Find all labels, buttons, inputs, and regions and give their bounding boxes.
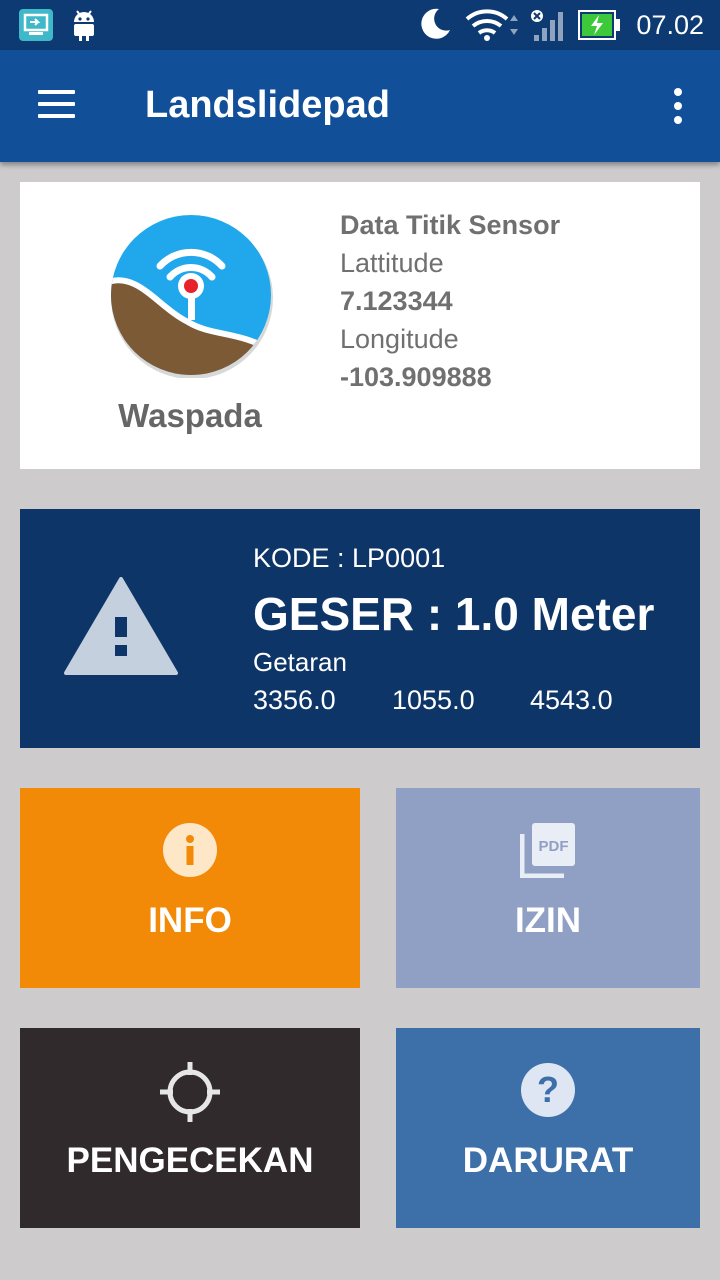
displacement-value: GESER : 1.0 Meter xyxy=(253,588,655,640)
longitude-value: -103.909888 xyxy=(340,362,492,392)
vibration-value-y: 1055.0 xyxy=(392,685,475,715)
status-bar: 07.02 xyxy=(0,0,720,50)
signal-icon xyxy=(528,8,568,47)
moon-icon xyxy=(417,6,453,47)
info-label: INFO xyxy=(148,901,232,940)
sensor-code: KODE : LP0001 xyxy=(253,543,446,573)
pdf-document-icon: PDF xyxy=(519,822,576,883)
wifi-icon xyxy=(465,8,521,47)
clock: 07.02 xyxy=(636,10,704,40)
help-circle-icon: ? xyxy=(520,1062,576,1123)
status-card: KODE : LP0001 GESER : 1.0 Meter Getaran … xyxy=(20,509,700,748)
vibration-value-x: 3356.0 xyxy=(253,685,336,715)
svg-text:PDF: PDF xyxy=(539,838,569,855)
vibration-label: Getaran xyxy=(253,647,347,677)
darurat-label: DARURAT xyxy=(462,1141,634,1180)
android-icon xyxy=(70,8,98,47)
logo-caption: Waspada xyxy=(118,397,262,434)
svg-text:?: ? xyxy=(537,1069,559,1110)
screen-cast-icon xyxy=(18,8,54,47)
sensor-card: Waspada Data Titik Sensor Lattitude 7.12… xyxy=(20,182,700,469)
longitude-label: Longitude xyxy=(340,324,459,354)
sensor-heading: Data Titik Sensor xyxy=(340,210,561,240)
darurat-button[interactable]: ? DARURAT xyxy=(396,1028,700,1228)
izin-label: IZIN xyxy=(514,901,582,940)
warning-triangle-icon xyxy=(64,577,178,677)
landslide-app-logo xyxy=(108,212,274,379)
hamburger-menu-icon[interactable] xyxy=(30,86,82,126)
latitude-value: 7.123344 xyxy=(340,286,453,316)
latitude-label: Lattitude xyxy=(340,248,444,278)
crosshair-icon xyxy=(160,1062,220,1127)
pengecekan-button[interactable]: PENGECEKAN xyxy=(20,1028,360,1228)
app-bar: Landslidepad xyxy=(0,50,720,162)
vibration-value-z: 4543.0 xyxy=(530,685,613,715)
info-circle-icon xyxy=(162,822,218,883)
overflow-menu-icon[interactable] xyxy=(666,82,690,130)
izin-button[interactable]: PDF IZIN xyxy=(396,788,700,988)
info-button[interactable]: INFO xyxy=(20,788,360,988)
sensor-info: Data Titik Sensor Lattitude 7.123344 Lon… xyxy=(340,206,560,396)
pengecekan-label: PENGECEKAN xyxy=(66,1141,314,1180)
battery-charging-icon xyxy=(578,10,622,45)
app-title: Landslidepad xyxy=(145,84,390,126)
